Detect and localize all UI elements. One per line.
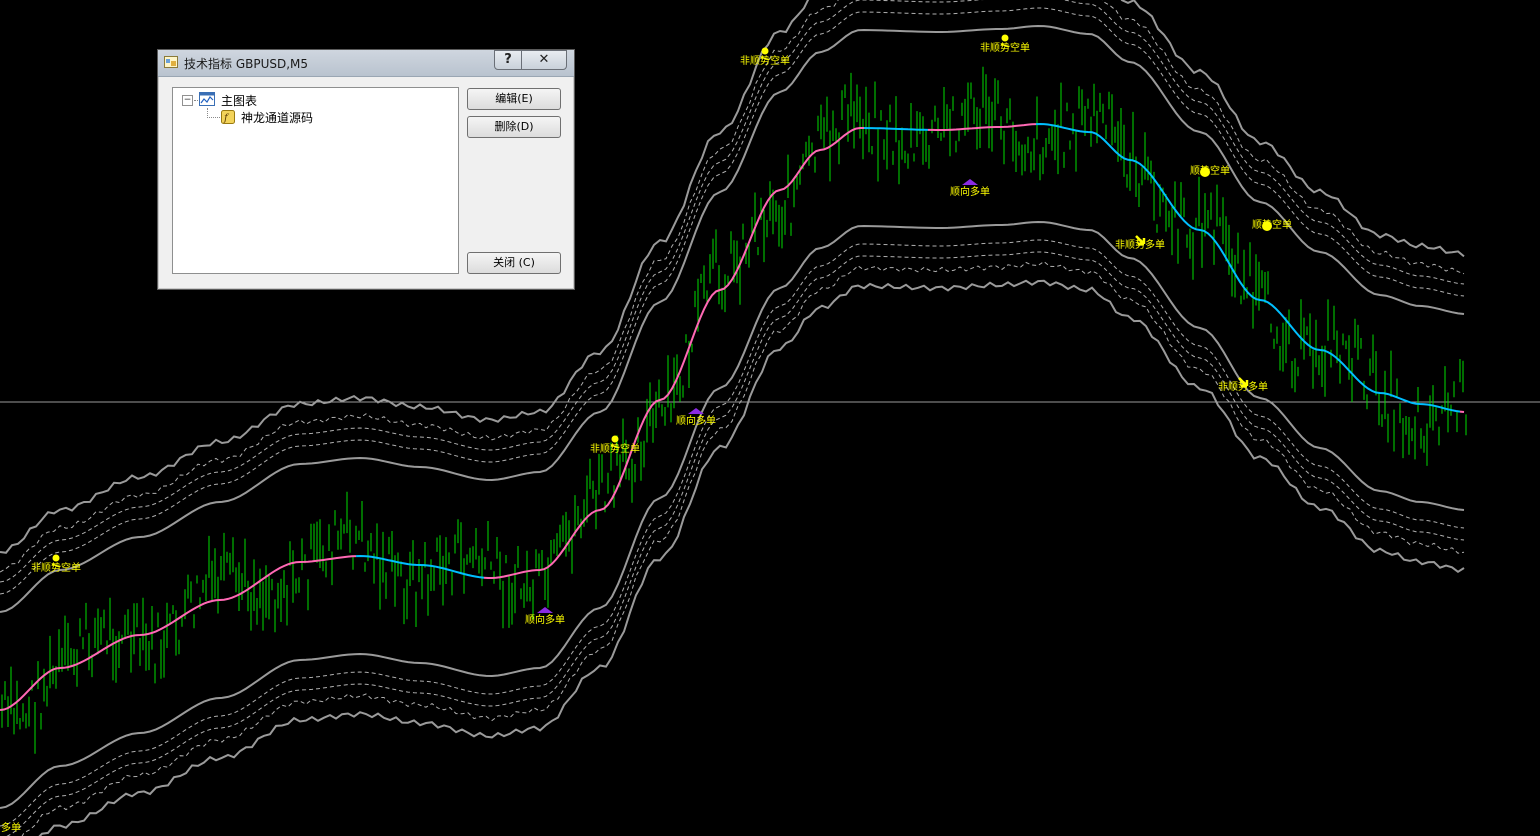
skull-icon <box>1001 34 1009 42</box>
signal-smiley: 顺势空单 <box>1252 218 1292 231</box>
signal-label: 顺势空单 <box>1252 218 1292 231</box>
signal-label: 顺势空单 <box>1190 164 1230 177</box>
indicators-dialog: 技术指标 GBPUSD,M5 ? ✕ − 主图表 f 神龙通道源码 编辑(E) … <box>157 49 575 290</box>
help-button[interactable]: ? <box>494 50 522 70</box>
signal-label: 非顺势空单 <box>980 41 1030 54</box>
signal-smiley: 顺势空单 <box>1190 164 1230 177</box>
dialog-titlebar[interactable]: 技术指标 GBPUSD,M5 ? ✕ <box>158 50 574 77</box>
delete-button[interactable]: 删除(D) <box>467 116 561 138</box>
signal-label: 多单 <box>1 821 21 834</box>
custom-indicator-icon: f <box>221 110 235 124</box>
skull-icon <box>761 47 769 55</box>
chart-window-icon <box>199 92 215 106</box>
signal-label: 顺向多单 <box>676 414 716 427</box>
skull-icon <box>52 554 60 562</box>
signal-text: 多单 <box>1 821 21 834</box>
dialog-title: 技术指标 GBPUSD,M5 <box>184 57 309 71</box>
tree-item-label: 主图表 <box>221 94 258 108</box>
signal-label: 顺向多单 <box>950 185 990 198</box>
close-window-button[interactable]: ✕ <box>521 50 567 70</box>
skull-icon <box>611 435 619 443</box>
edit-button[interactable]: 编辑(E) <box>467 88 561 110</box>
signal-label: 非顺势多单 <box>1218 380 1268 393</box>
signal-label: 顺向多单 <box>525 613 565 626</box>
signal-label: 非顺势空单 <box>740 54 790 67</box>
signal-label: 非顺势多单 <box>1115 238 1165 251</box>
indicator-tree[interactable]: − 主图表 f 神龙通道源码 <box>172 87 459 274</box>
indicator-window-icon <box>164 56 178 68</box>
tree-item-label: 神龙通道源码 <box>241 111 314 125</box>
signal-label: 非顺势空单 <box>31 561 81 574</box>
close-button[interactable]: 关闭 (C) <box>467 252 561 274</box>
tree-connector <box>207 117 220 118</box>
signal-label: 非顺势空单 <box>590 442 640 455</box>
collapse-icon[interactable]: − <box>182 95 193 106</box>
